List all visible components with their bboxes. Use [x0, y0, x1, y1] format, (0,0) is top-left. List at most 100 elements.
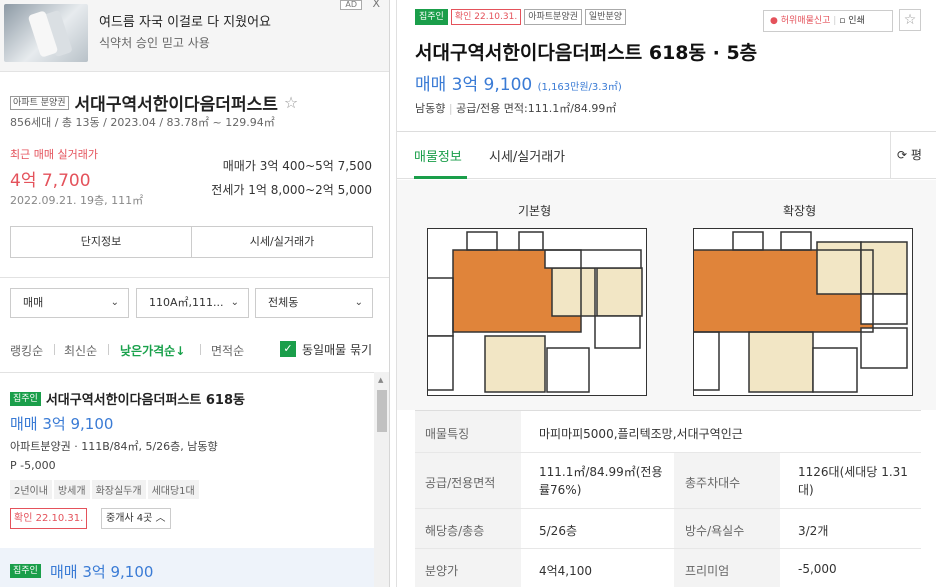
- listing-item[interactable]: 집주인 매매 3억 9,100: [0, 548, 374, 587]
- complex-title: 아파트 분양권 서대구역서한이다음더퍼스트 ☆: [10, 90, 298, 115]
- complex-button-row: 단지정보 시세/실거래가: [10, 226, 373, 258]
- feature-chip: 화장실두개: [91, 480, 146, 499]
- detail-tags: 집주인 확인 22.10.31. 아파트분양권 일반분양: [415, 9, 627, 25]
- room-value: 3/2개: [798, 524, 829, 538]
- dong-value: 전체동: [268, 296, 299, 309]
- sort-divider: [200, 344, 201, 355]
- type-tag: 아파트분양권: [524, 9, 582, 25]
- feature-label: 매물특징: [425, 427, 470, 441]
- confirm-date-tag: 확인 22.10.31.: [450, 9, 522, 25]
- sort-divider: [108, 344, 109, 355]
- recent-deal-price: 4억 7,700: [10, 171, 91, 191]
- listing-title[interactable]: 서대구역서한이다음더퍼스트 618동: [46, 389, 245, 408]
- recent-deal-label: 최근 매매 실거래가: [10, 148, 98, 161]
- unit-toggle-label: 평: [910, 148, 922, 162]
- ad-headline[interactable]: 여드름 자국 이걸로 다 지웠어요: [99, 11, 271, 30]
- area-label: 공급/전용면적: [425, 476, 496, 490]
- presale-label: 분양가: [425, 564, 459, 578]
- floorplan-extended-image[interactable]: [693, 228, 913, 396]
- sort-area[interactable]: 면적순: [211, 342, 244, 359]
- detail-price: 매매 3억 9,100: [415, 75, 533, 95]
- complex-name[interactable]: 서대구역서한이다음더퍼스트: [75, 90, 278, 115]
- sale-price-value: 3억 400~5억 7,500: [259, 159, 372, 173]
- table-row: 매물특징 마피마피5000,플리텍조망,서대구역인근: [415, 411, 921, 453]
- feature-chip: 방세개: [53, 480, 90, 499]
- dong-select[interactable]: 전체동 ⌄: [255, 288, 373, 318]
- chevron-down-icon: ⌄: [230, 297, 239, 308]
- area-select[interactable]: 110A㎡,111... ⌄: [136, 288, 249, 318]
- group-listings-checkbox[interactable]: ✓: [280, 341, 296, 357]
- broker-count-button[interactable]: 중개사 4곳 ︿: [101, 508, 171, 529]
- direction: 남동향: [415, 102, 446, 115]
- sort-ranking[interactable]: 랭킹순: [10, 342, 43, 359]
- detail-price-line: 매매 3억 9,100 (1,163만원/3.3㎡): [415, 70, 622, 95]
- listing-premium: P -5,000: [10, 459, 56, 472]
- confirm-date-badge: 확인 22.10.31.: [10, 508, 88, 529]
- feature-chip: 2년이내: [10, 480, 52, 499]
- area-value: 110A㎡,111...: [149, 296, 224, 309]
- room-label: 방수/욕실수: [685, 524, 745, 538]
- report-print-bar: ● 허위매물신고 | ▫ 인쇄: [763, 10, 893, 32]
- print-button[interactable]: 인쇄: [848, 16, 865, 26]
- sale-kind-tag: 일반분양: [584, 9, 627, 25]
- lease-price-range: 전세가 1억 8,000~2억 5,000: [211, 181, 372, 198]
- floorplan-basic-image[interactable]: [427, 228, 647, 396]
- favorite-star-icon[interactable]: ☆: [899, 9, 921, 31]
- complex-info-button[interactable]: 단지정보: [11, 227, 191, 257]
- feature-value: 마피마피5000,플리텍조망,서대구역인근: [539, 427, 743, 441]
- trade-type-select[interactable]: 매매 ⌄: [10, 288, 129, 318]
- active-tab-indicator: [414, 176, 467, 179]
- owner-tag: 집주인: [10, 564, 41, 578]
- chevron-down-icon: ⌄: [110, 297, 119, 308]
- table-row: 해당층/총층 5/26층 방수/욕실수 3/2개: [415, 509, 921, 549]
- sort-latest[interactable]: 최신순: [64, 342, 97, 359]
- sort-divider: [54, 344, 55, 355]
- divider: [0, 277, 389, 278]
- parking-value: 1126대(세대당 1.31대): [798, 465, 908, 497]
- lease-price-value: 1억 8,000~2억 5,000: [248, 183, 372, 197]
- favorite-star-icon[interactable]: ☆: [284, 93, 298, 112]
- ad-image[interactable]: [4, 4, 88, 62]
- listing-scrollbar[interactable]: ▲: [374, 372, 389, 587]
- listing-title-row[interactable]: 집주인 서대구역서한이다음더퍼스트 618동: [10, 389, 245, 408]
- report-fake-button[interactable]: 허위매물신고: [781, 16, 831, 26]
- listing-chips: 2년이내 방세개 화장실두개 세대당1대: [10, 480, 201, 499]
- siren-icon: ●: [770, 16, 778, 26]
- tab-listing-info[interactable]: 매물정보: [414, 146, 462, 165]
- listing-price: 매매 3억 9,100: [10, 415, 114, 433]
- unit-toggle-button[interactable]: ⟳ 평: [890, 132, 936, 179]
- area-summary: 공급/전용 면적:111.1㎡/84.99㎡: [456, 102, 617, 115]
- complex-type-tag: 아파트 분양권: [10, 95, 69, 110]
- scroll-up-icon[interactable]: ▲: [378, 376, 383, 384]
- sale-price-range: 매매가 3억 400~5억 7,500: [223, 157, 372, 174]
- table-row: 공급/전용면적 111.1㎡/84.99㎡(전용률76%) 총주차대수 1126…: [415, 453, 921, 509]
- table-row: 분양가 4억4,100 프리미엄 -5,000: [415, 549, 921, 587]
- scrollbar-thumb[interactable]: [377, 390, 387, 432]
- ad-banner[interactable]: 여드름 자국 이걸로 다 지웠어요 식약처 승인 믿고 사용 AD X: [0, 0, 389, 72]
- floor-value: 5/26층: [539, 524, 577, 538]
- chevron-down-icon: ⌄: [354, 297, 363, 308]
- trade-type-value: 매매: [23, 296, 44, 309]
- tab-price-history[interactable]: 시세/실거래가: [489, 146, 565, 165]
- presale-value: 4억4,100: [539, 564, 593, 578]
- complex-meta: 856세대 / 총 13동 / 2023.04 / 83.78㎡ ~ 129.9…: [10, 116, 275, 129]
- premium-value: -5,000: [798, 562, 837, 576]
- floorplan-basic-label: 기본형: [518, 204, 552, 218]
- ad-close-icon[interactable]: X: [372, 0, 380, 10]
- ad-subline[interactable]: 식약처 승인 믿고 사용: [99, 34, 210, 51]
- sort-low-price[interactable]: 낮은가격순↓: [120, 342, 185, 359]
- ad-badge: AD: [340, 0, 362, 10]
- price-history-button[interactable]: 시세/실거래가: [191, 227, 372, 257]
- divider: |: [448, 102, 453, 115]
- listing-info-table: 매물특징 마피마피5000,플리텍조망,서대구역인근 공급/전용면적 111.1…: [415, 410, 921, 587]
- chevron-up-icon: ︿: [155, 513, 166, 524]
- area-value: 111.1㎡/84.99㎡(전용률76%): [539, 465, 663, 497]
- feature-chip: 세대당1대: [147, 480, 199, 499]
- floor-label: 해당층/총층: [425, 524, 485, 538]
- floorplan-extended-label: 확장형: [783, 204, 817, 218]
- detail-tabs: 매물정보 시세/실거래가 ⟳ 평: [397, 132, 936, 179]
- lease-price-label: 전세가: [211, 183, 245, 197]
- print-icon: ▫: [839, 16, 846, 26]
- group-listings-label[interactable]: 동일매물 묶기: [302, 341, 372, 358]
- parking-label: 총주차대수: [685, 476, 741, 490]
